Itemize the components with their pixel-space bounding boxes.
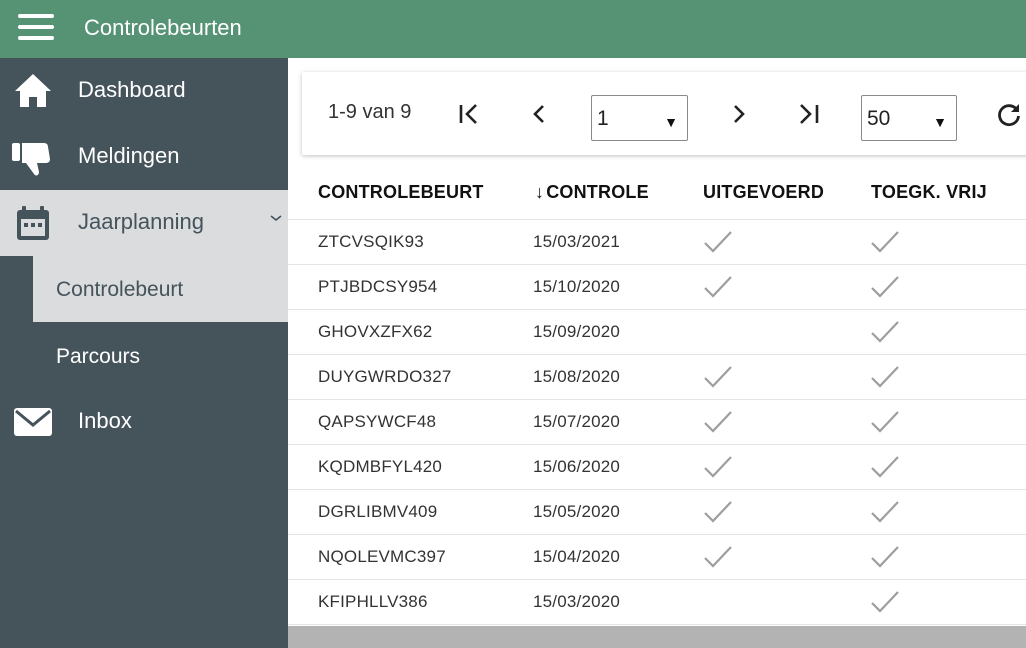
sidebar-item-jaarplanning[interactable]: Jaarplanning — [0, 190, 288, 256]
previous-page-icon[interactable] — [524, 99, 554, 129]
cell-controle-date: 15/09/2020 — [533, 322, 621, 341]
sidebar-subitem-controlebeurt[interactable]: Controlebeurt — [33, 256, 288, 322]
cell-controle-date: 15/03/2021 — [533, 232, 621, 251]
checkmark-icon — [871, 546, 899, 568]
checkmark-icon — [704, 456, 732, 478]
page-select-value: 1 — [597, 107, 609, 130]
page-select[interactable]: 1 ▼ — [591, 95, 688, 141]
cell-controle-date: 15/04/2020 — [533, 547, 621, 566]
cell-controle-date: 15/08/2020 — [533, 367, 621, 386]
cell-controlebeurt: DGRLIBMV409 — [318, 502, 438, 521]
sidebar-item-label: Jaarplanning — [78, 209, 204, 234]
table-row[interactable]: KQDMBFYL420 15/06/2020 — [288, 445, 1026, 490]
sidebar-item-label: Dashboard — [78, 77, 186, 102]
cell-controlebeurt: PTJBDCSY954 — [318, 277, 438, 296]
checkmark-icon — [871, 276, 899, 298]
cell-controle-date: 15/05/2020 — [533, 502, 621, 521]
column-header-toegk-vrij[interactable]: TOEGK. VRIJ — [871, 181, 987, 203]
page-size-select[interactable]: 50 ▼ — [861, 95, 957, 141]
thumbs-down-icon — [12, 143, 50, 176]
checkmark-icon — [704, 231, 732, 253]
calendar-icon — [17, 206, 49, 240]
sidebar-item-dashboard[interactable]: Dashboard — [0, 58, 288, 124]
cell-controlebeurt: KFIPHLLV386 — [318, 592, 428, 611]
table-row[interactable]: NQOLEVMC397 15/04/2020 — [288, 535, 1026, 580]
main-content: 1-9 van 9 1 ▼ 50 ▼ CONTROLEBEURT ↓ CONTR… — [288, 58, 1026, 648]
table-row[interactable]: ZTCVSQIK93 15/03/2021 — [288, 220, 1026, 265]
sidebar-subitem-parcours[interactable]: Parcours — [33, 323, 288, 389]
checkmark-icon — [871, 231, 899, 253]
sidebar-item-meldingen[interactable]: Meldingen — [0, 124, 288, 190]
sidebar-item-label: Inbox — [78, 408, 132, 433]
cell-controlebeurt: NQOLEVMC397 — [318, 547, 446, 566]
table-row[interactable]: DGRLIBMV409 15/05/2020 — [288, 490, 1026, 535]
column-header-controlebeurt[interactable]: CONTROLEBEURT — [318, 181, 484, 203]
first-page-icon[interactable] — [455, 99, 485, 129]
cell-controlebeurt: QAPSYWCF48 — [318, 412, 437, 431]
checkmark-icon — [871, 321, 899, 343]
table-row[interactable]: KFIPHLLV386 15/03/2020 — [288, 580, 1026, 625]
checkmark-icon — [704, 411, 732, 433]
last-page-icon[interactable] — [794, 99, 824, 129]
sidebar-item-inbox[interactable]: Inbox — [0, 389, 288, 455]
sidebar-subitem-label: Parcours — [56, 345, 141, 368]
checkmark-icon — [704, 366, 732, 388]
column-header-label: CONTROLE — [546, 182, 649, 202]
table-row[interactable]: PTJBDCSY954 15/10/2020 — [288, 265, 1026, 310]
checkmark-icon — [704, 546, 732, 568]
cell-controlebeurt: ZTCVSQIK93 — [318, 232, 424, 251]
column-header-uitgevoerd[interactable]: UITGEVOERD — [703, 181, 824, 203]
table-header: CONTROLEBEURT ↓ CONTROLE UITGEVOERD TOEGK… — [288, 171, 1026, 220]
table-row[interactable]: QAPSYWCF48 15/07/2020 — [288, 400, 1026, 445]
sort-descending-icon: ↓ — [535, 182, 545, 202]
checkmark-icon — [871, 501, 899, 523]
checkmark-icon — [871, 411, 899, 433]
home-icon — [15, 74, 51, 107]
table-row[interactable]: GHOVXZFX62 15/09/2020 — [288, 310, 1026, 355]
dropdown-arrow-icon: ▼ — [933, 114, 947, 130]
sidebar: Dashboard Meldingen Jaarplanning Control… — [0, 58, 288, 648]
chevron-down-icon — [270, 215, 282, 222]
page-title: Controlebeurten — [84, 15, 242, 40]
cell-controle-date: 15/06/2020 — [533, 457, 621, 476]
column-header-controle[interactable]: ↓ CONTROLE — [535, 181, 649, 203]
sidebar-subitem-label: Controlebeurt — [56, 278, 184, 301]
hamburger-icon[interactable] — [18, 14, 54, 42]
page-size-value: 50 — [867, 107, 891, 130]
checkmark-icon — [704, 276, 732, 298]
cell-controlebeurt: GHOVXZFX62 — [318, 322, 433, 341]
sidebar-item-label: Meldingen — [78, 143, 180, 168]
next-page-icon[interactable] — [724, 99, 754, 129]
pagination-range: 1-9 van 9 — [328, 101, 412, 123]
cell-controle-date: 15/03/2020 — [533, 592, 621, 611]
cell-controle-date: 15/07/2020 — [533, 412, 621, 431]
checkmark-icon — [704, 501, 732, 523]
refresh-icon[interactable] — [994, 99, 1024, 129]
footer-bar — [288, 626, 1026, 648]
cell-controlebeurt: DUYGWRDO327 — [318, 367, 452, 386]
cell-controle-date: 15/10/2020 — [533, 277, 621, 296]
table-row[interactable]: DUYGWRDO327 15/08/2020 — [288, 355, 1026, 400]
dropdown-arrow-icon: ▼ — [664, 114, 678, 130]
app-bar: Controlebeurten — [0, 0, 1026, 58]
checkmark-icon — [871, 591, 899, 613]
mail-icon — [14, 408, 52, 436]
pagination-toolbar: 1-9 van 9 1 ▼ 50 ▼ — [302, 72, 1026, 155]
checkmark-icon — [871, 456, 899, 478]
checkmark-icon — [871, 366, 899, 388]
cell-controlebeurt: KQDMBFYL420 — [318, 457, 443, 476]
